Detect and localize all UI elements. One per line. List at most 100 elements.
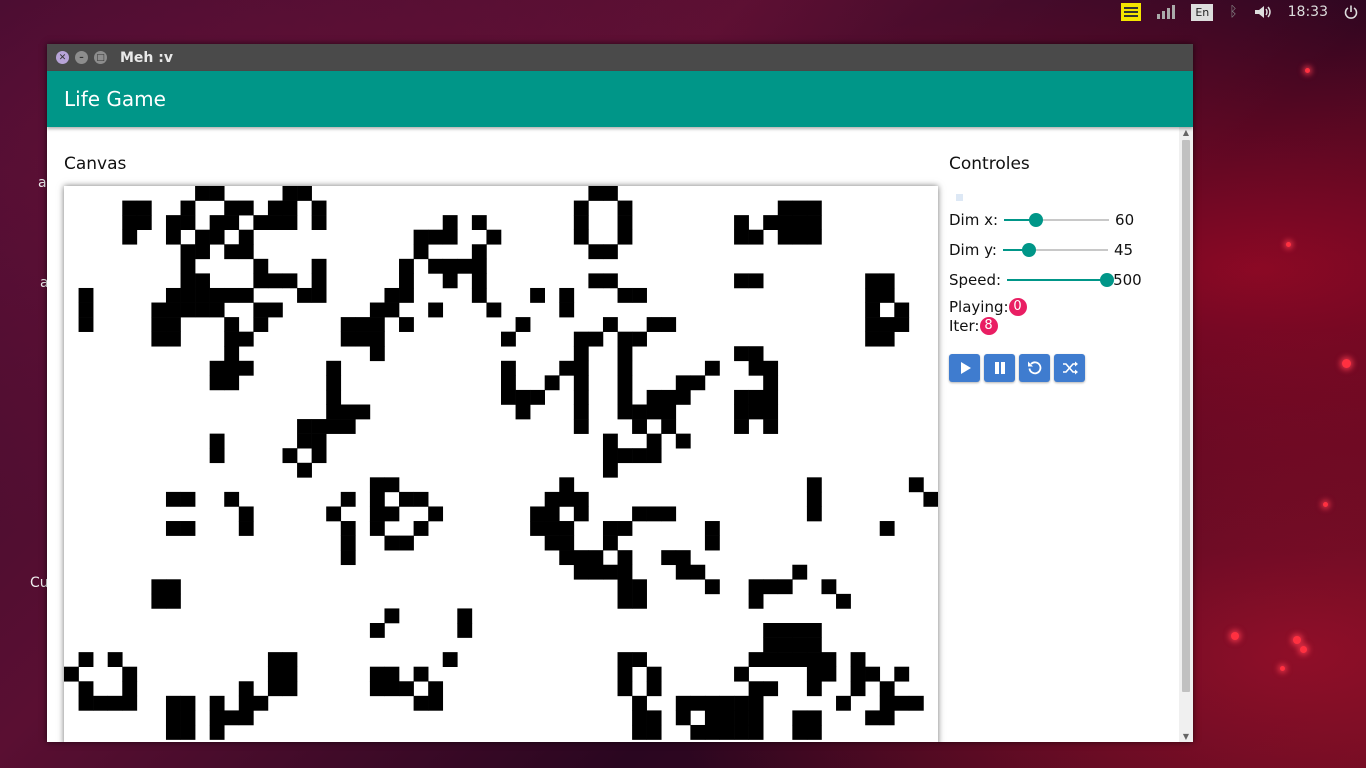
live-cell[interactable]: [734, 389, 749, 405]
live-cell[interactable]: [617, 681, 633, 697]
live-cell[interactable]: [748, 579, 764, 595]
live-cell[interactable]: [253, 695, 269, 711]
scroll-up-icon[interactable]: ▲: [1179, 128, 1193, 137]
live-cell[interactable]: [908, 477, 924, 493]
live-cell[interactable]: [238, 229, 254, 245]
live-cell[interactable]: [763, 681, 779, 697]
scroll-down-icon[interactable]: ▼: [1179, 732, 1193, 741]
live-cell[interactable]: [297, 462, 312, 478]
live-cell[interactable]: [544, 521, 560, 536]
live-cell[interactable]: [719, 710, 735, 726]
live-cell[interactable]: [806, 491, 822, 507]
live-cell[interactable]: [763, 404, 779, 420]
live-cell[interactable]: [515, 317, 531, 332]
live-cell[interactable]: [180, 287, 196, 303]
live-cell[interactable]: [209, 302, 225, 318]
live-cell[interactable]: [282, 681, 298, 697]
live-cell[interactable]: [311, 258, 327, 274]
live-cell[interactable]: [632, 506, 647, 522]
live-cell[interactable]: [675, 433, 691, 449]
live-cell[interactable]: [588, 564, 604, 580]
live-cell[interactable]: [894, 695, 910, 711]
live-cell[interactable]: [573, 215, 589, 230]
live-cell[interactable]: [748, 593, 764, 609]
play-button[interactable]: [949, 354, 980, 382]
live-cell[interactable]: [617, 287, 633, 303]
live-cell[interactable]: [646, 404, 662, 420]
live-cell[interactable]: [719, 724, 735, 740]
live-cell[interactable]: [238, 506, 254, 522]
live-cell[interactable]: [267, 302, 283, 318]
live-cell[interactable]: [165, 724, 181, 740]
live-cell[interactable]: [690, 724, 706, 740]
live-cell[interactable]: [224, 346, 240, 362]
live-cell[interactable]: [136, 215, 152, 230]
live-cell[interactable]: [617, 652, 633, 667]
live-cell[interactable]: [267, 200, 283, 216]
live-cell[interactable]: [588, 550, 604, 566]
live-cell[interactable]: [559, 360, 575, 376]
live-cell[interactable]: [297, 287, 312, 303]
live-cell[interactable]: [282, 666, 298, 682]
live-cell[interactable]: [806, 229, 822, 245]
live-cell[interactable]: [326, 375, 342, 391]
live-cell[interactable]: [282, 273, 298, 289]
live-cell[interactable]: [180, 521, 196, 536]
live-cell[interactable]: [894, 302, 910, 318]
maximize-window-button[interactable]: □: [94, 51, 107, 64]
live-cell[interactable]: [195, 287, 210, 303]
live-cell[interactable]: [777, 215, 793, 230]
live-cell[interactable]: [224, 710, 240, 726]
live-cell[interactable]: [632, 419, 647, 434]
live-cell[interactable]: [515, 404, 531, 420]
live-cell[interactable]: [195, 229, 210, 245]
live-cell[interactable]: [617, 550, 633, 566]
live-cell[interactable]: [559, 287, 575, 303]
live-cell[interactable]: [253, 215, 269, 230]
live-cell[interactable]: [632, 448, 647, 464]
live-cell[interactable]: [806, 215, 822, 230]
live-cell[interactable]: [151, 593, 167, 609]
live-cell[interactable]: [704, 695, 720, 711]
live-cell[interactable]: [748, 360, 764, 376]
live-cell[interactable]: [617, 200, 633, 216]
live-cell[interactable]: [675, 375, 691, 391]
live-cell[interactable]: [501, 331, 516, 347]
live-cell[interactable]: [836, 593, 851, 609]
live-cell[interactable]: [704, 724, 720, 740]
live-cell[interactable]: [195, 302, 210, 318]
live-cell[interactable]: [865, 331, 881, 347]
live-cell[interactable]: [617, 229, 633, 245]
live-cell[interactable]: [457, 608, 473, 624]
live-cell[interactable]: [180, 695, 196, 711]
live-cell[interactable]: [617, 448, 633, 464]
live-cell[interactable]: [486, 229, 502, 245]
live-cell[interactable]: [646, 448, 662, 464]
live-cell[interactable]: [311, 419, 327, 434]
live-cell[interactable]: [704, 579, 720, 595]
live-cell[interactable]: [297, 186, 312, 201]
live-cell[interactable]: [501, 389, 516, 405]
live-cell[interactable]: [471, 244, 487, 260]
live-cell[interactable]: [690, 564, 706, 580]
live-cell[interactable]: [646, 389, 662, 405]
live-cell[interactable]: [384, 302, 400, 318]
live-cell[interactable]: [879, 681, 895, 697]
live-cell[interactable]: [209, 724, 225, 740]
desktop-icon-label[interactable]: a: [38, 175, 47, 191]
live-cell[interactable]: [486, 302, 502, 318]
live-cell[interactable]: [238, 287, 254, 303]
live-cell[interactable]: [646, 724, 662, 740]
live-cell[interactable]: [748, 652, 764, 667]
live-cell[interactable]: [850, 652, 866, 667]
live-cell[interactable]: [632, 579, 647, 595]
live-cell[interactable]: [704, 360, 720, 376]
live-cell[interactable]: [602, 535, 618, 551]
live-cell[interactable]: [267, 666, 283, 682]
live-cell[interactable]: [180, 273, 196, 289]
live-cell[interactable]: [617, 389, 633, 405]
window-titlebar[interactable]: ✕ – □ Meh :v: [47, 44, 1193, 71]
live-cell[interactable]: [704, 710, 720, 726]
live-cell[interactable]: [122, 215, 138, 230]
live-cell[interactable]: [763, 652, 779, 667]
